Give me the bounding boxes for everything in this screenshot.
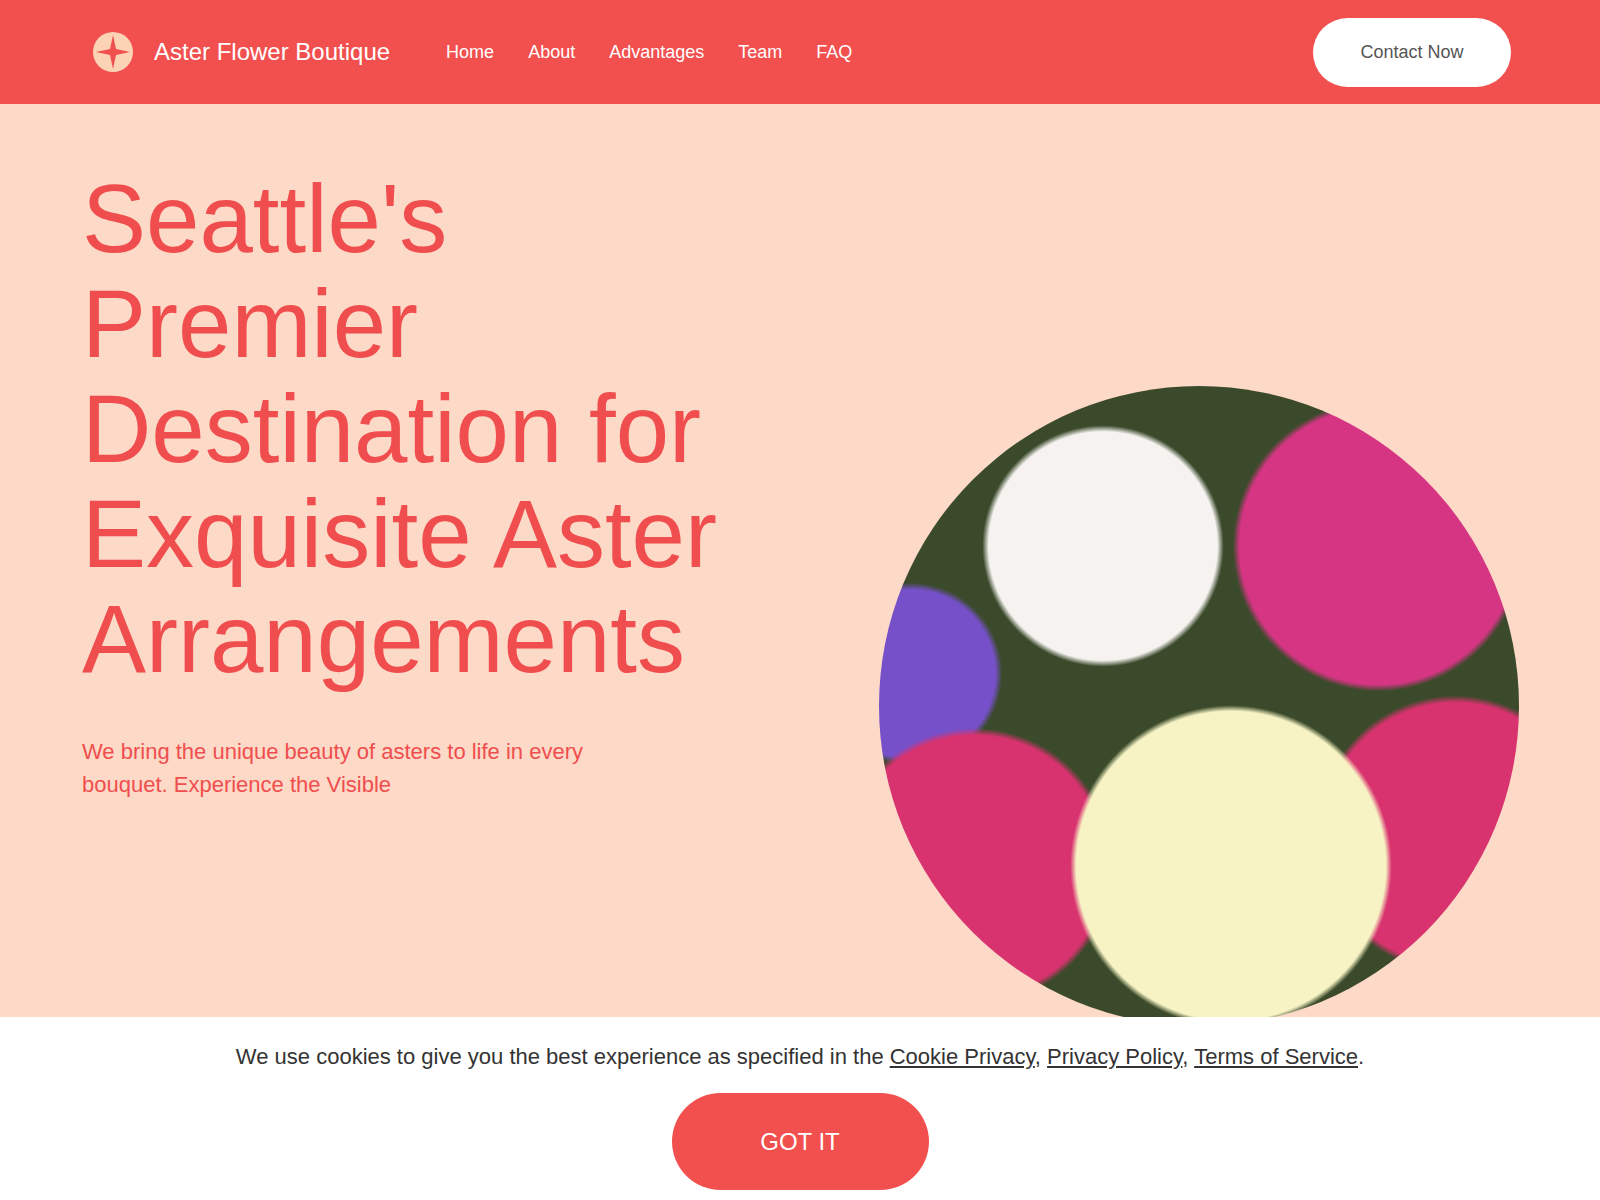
hero-image bbox=[879, 386, 1519, 1026]
contact-button[interactable]: Contact Now bbox=[1313, 18, 1511, 87]
nav-link[interactable]: Advantages bbox=[609, 39, 704, 66]
cookie-link[interactable]: Terms of Service bbox=[1194, 1044, 1358, 1069]
got-it-button[interactable]: GOT IT bbox=[672, 1093, 929, 1190]
hero: Seattle's Premier Destination for Exquis… bbox=[0, 104, 1600, 1026]
hero-title: Seattle's Premier Destination for Exquis… bbox=[82, 166, 742, 691]
cookie-link[interactable]: Cookie Privacy bbox=[890, 1044, 1035, 1069]
hero-text: Seattle's Premier Destination for Exquis… bbox=[0, 104, 760, 801]
cookie-text: We use cookies to give you the best expe… bbox=[236, 1041, 1364, 1073]
cookie-banner: We use cookies to give you the best expe… bbox=[0, 1017, 1600, 1200]
brand[interactable]: Aster Flower Boutique bbox=[92, 31, 390, 73]
nav-link[interactable]: Home bbox=[446, 39, 494, 66]
nav-link[interactable]: FAQ bbox=[816, 39, 852, 66]
hero-description: We bring the unique beauty of asters to … bbox=[82, 735, 652, 801]
nav: Home About Advantages Team FAQ bbox=[446, 39, 852, 66]
nav-link[interactable]: Team bbox=[738, 39, 782, 66]
brand-name[interactable]: Aster Flower Boutique bbox=[154, 34, 390, 70]
nav-link[interactable]: About bbox=[528, 39, 575, 66]
page: Aster Flower Boutique Home About Advantages… bbox=[0, 0, 1600, 1200]
logo-icon bbox=[92, 31, 134, 73]
cookie-link[interactable]: Privacy Policy bbox=[1047, 1044, 1182, 1069]
header: Aster Flower Boutique Home About Advantages… bbox=[0, 0, 1600, 104]
